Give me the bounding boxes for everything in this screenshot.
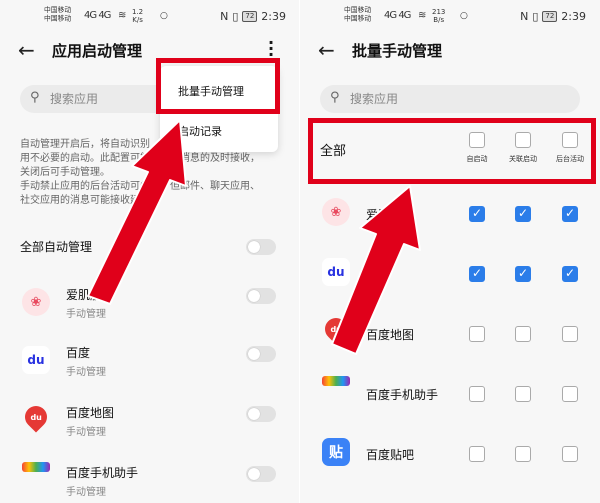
vibrate-icon: ▯ bbox=[232, 10, 239, 23]
app-name: 爱肌肤 bbox=[66, 288, 103, 302]
menu-item-launch-log[interactable]: 启动记录 bbox=[160, 114, 278, 150]
status-bar: 中国移动 中国移动 4G 4G ≋ 1.2 K/s ○ N ▯ 72 2:39 bbox=[0, 0, 300, 34]
highlight-box bbox=[308, 118, 596, 184]
carrier-label: 中国移动 中国移动 bbox=[44, 6, 72, 23]
background-checkbox[interactable] bbox=[562, 446, 578, 462]
assoc-start-checkbox[interactable] bbox=[515, 326, 531, 342]
baidu-map-app-icon: du bbox=[320, 313, 352, 345]
app-row-baidu-assistant[interactable]: 百度手机助手 手动管理 bbox=[0, 456, 300, 503]
left-screen: 中国移动 中国移动 4G 4G ≋ 1.2 K/s ○ N ▯ 72 2:39 ←… bbox=[0, 0, 300, 503]
auto-start-checkbox[interactable] bbox=[469, 326, 485, 342]
app-toggle[interactable] bbox=[246, 466, 276, 482]
background-checkbox[interactable]: ✓ bbox=[562, 206, 578, 222]
vibrate-icon: ▯ bbox=[532, 10, 539, 23]
assoc-start-checkbox[interactable] bbox=[515, 386, 531, 402]
app-toggle[interactable] bbox=[246, 406, 276, 422]
baidu-assistant-app-icon bbox=[322, 376, 350, 386]
more-options-icon[interactable]: · · · bbox=[266, 35, 276, 63]
all-auto-manage-row: 全部自动管理 bbox=[20, 236, 276, 258]
background-checkbox[interactable]: ✓ bbox=[562, 266, 578, 282]
app-name: 百度地图 bbox=[366, 328, 415, 342]
background-checkbox[interactable] bbox=[562, 386, 578, 402]
baidu-app-icon: du bbox=[22, 346, 50, 374]
batch-row-baidu: du 百度 ✓ ✓ ✓ bbox=[300, 248, 600, 304]
network-speed: 1.2 K/s bbox=[132, 8, 144, 24]
app-mode: 手动管理 bbox=[66, 309, 106, 320]
nfc-icon: N bbox=[520, 10, 529, 23]
network-speed: 213 B/s bbox=[432, 8, 446, 24]
top-bar: ← 批量手动管理 bbox=[300, 36, 600, 68]
baidu-map-app-icon: du bbox=[20, 401, 52, 433]
app-row-baidu-map[interactable]: du 百度地图 手动管理 bbox=[0, 396, 300, 452]
page-title: 应用启动管理 bbox=[52, 42, 143, 60]
page-title: 批量手动管理 bbox=[352, 42, 443, 60]
app-row-baidu[interactable]: du 百度 手动管理 bbox=[0, 336, 300, 392]
clock: 2:39 bbox=[261, 10, 286, 23]
sync-icon: ○ bbox=[160, 11, 168, 21]
baidu-tieba-app-icon: 贴 bbox=[322, 438, 350, 466]
status-right: N ▯ 72 2:39 bbox=[520, 10, 586, 23]
search-input[interactable] bbox=[350, 85, 560, 113]
app-mode: 手动管理 bbox=[66, 487, 106, 498]
background-checkbox[interactable] bbox=[562, 326, 578, 342]
app-name: 百度地图 bbox=[66, 406, 115, 420]
back-arrow-icon[interactable]: ← bbox=[18, 38, 35, 62]
auto-start-checkbox[interactable]: ✓ bbox=[469, 266, 485, 282]
app-name: 百度 bbox=[66, 346, 91, 360]
batch-row-baidu-map: du 百度地图 bbox=[300, 308, 600, 364]
search-icon: ⚲ bbox=[330, 90, 340, 105]
status-bar: 中国移动 中国移动 4G 4G ≋ 213 B/s ○ N ▯ 72 2:39 bbox=[300, 0, 600, 34]
app-name: 百度手机助手 bbox=[366, 388, 439, 402]
status-right: N ▯ 72 2:39 bbox=[220, 10, 286, 23]
app-toggle[interactable] bbox=[246, 288, 276, 304]
back-arrow-icon[interactable]: ← bbox=[318, 38, 335, 62]
search-icon: ⚲ bbox=[30, 90, 40, 105]
app-row-aijifu[interactable]: ❀ 爱肌肤 手动管理 bbox=[0, 278, 300, 334]
carrier-label: 中国移动 中国移动 bbox=[344, 6, 372, 23]
app-mode: 手动管理 bbox=[66, 427, 106, 438]
assoc-start-checkbox[interactable]: ✓ bbox=[515, 266, 531, 282]
assoc-start-checkbox[interactable]: ✓ bbox=[515, 206, 531, 222]
app-name: 百度手机助手 bbox=[66, 466, 139, 480]
auto-start-checkbox[interactable] bbox=[469, 446, 485, 462]
search-bar[interactable]: ⚲ bbox=[320, 85, 580, 113]
sync-icon: ○ bbox=[460, 11, 468, 21]
batch-row-aijifu: ❀ 爱肌肤 ✓ ✓ ✓ bbox=[300, 188, 600, 244]
auto-start-checkbox[interactable] bbox=[469, 386, 485, 402]
signal-icon: 4G 4G bbox=[84, 10, 111, 21]
aijifu-app-icon: ❀ bbox=[322, 198, 350, 226]
app-name: 爱肌肤 bbox=[366, 208, 403, 222]
highlight-box bbox=[156, 58, 280, 114]
batch-row-baidu-assistant: 百度手机助手 bbox=[300, 368, 600, 424]
right-screen: 中国移动 中国移动 4G 4G ≋ 213 B/s ○ N ▯ 72 2:39 ←… bbox=[300, 0, 600, 503]
wifi-icon: ≋ bbox=[118, 10, 127, 21]
baidu-assistant-app-icon bbox=[22, 462, 50, 472]
clock: 2:39 bbox=[561, 10, 586, 23]
signal-icon: 4G 4G bbox=[384, 10, 411, 21]
battery-icon: 72 bbox=[242, 11, 258, 22]
assoc-start-checkbox[interactable] bbox=[515, 446, 531, 462]
aijifu-app-icon: ❀ bbox=[22, 288, 50, 316]
all-auto-manage-toggle[interactable] bbox=[246, 239, 276, 255]
all-auto-manage-label: 全部自动管理 bbox=[20, 240, 93, 254]
nfc-icon: N bbox=[220, 10, 229, 23]
app-mode: 手动管理 bbox=[66, 367, 106, 378]
batch-row-baidu-tieba: 贴 百度贴吧 bbox=[300, 428, 600, 484]
app-name: 百度贴吧 bbox=[366, 448, 415, 462]
auto-start-checkbox[interactable]: ✓ bbox=[469, 206, 485, 222]
battery-icon: 72 bbox=[542, 11, 558, 22]
app-toggle[interactable] bbox=[246, 346, 276, 362]
baidu-app-icon: du bbox=[322, 258, 350, 286]
wifi-icon: ≋ bbox=[418, 10, 427, 21]
app-name: 百度 bbox=[366, 268, 391, 282]
